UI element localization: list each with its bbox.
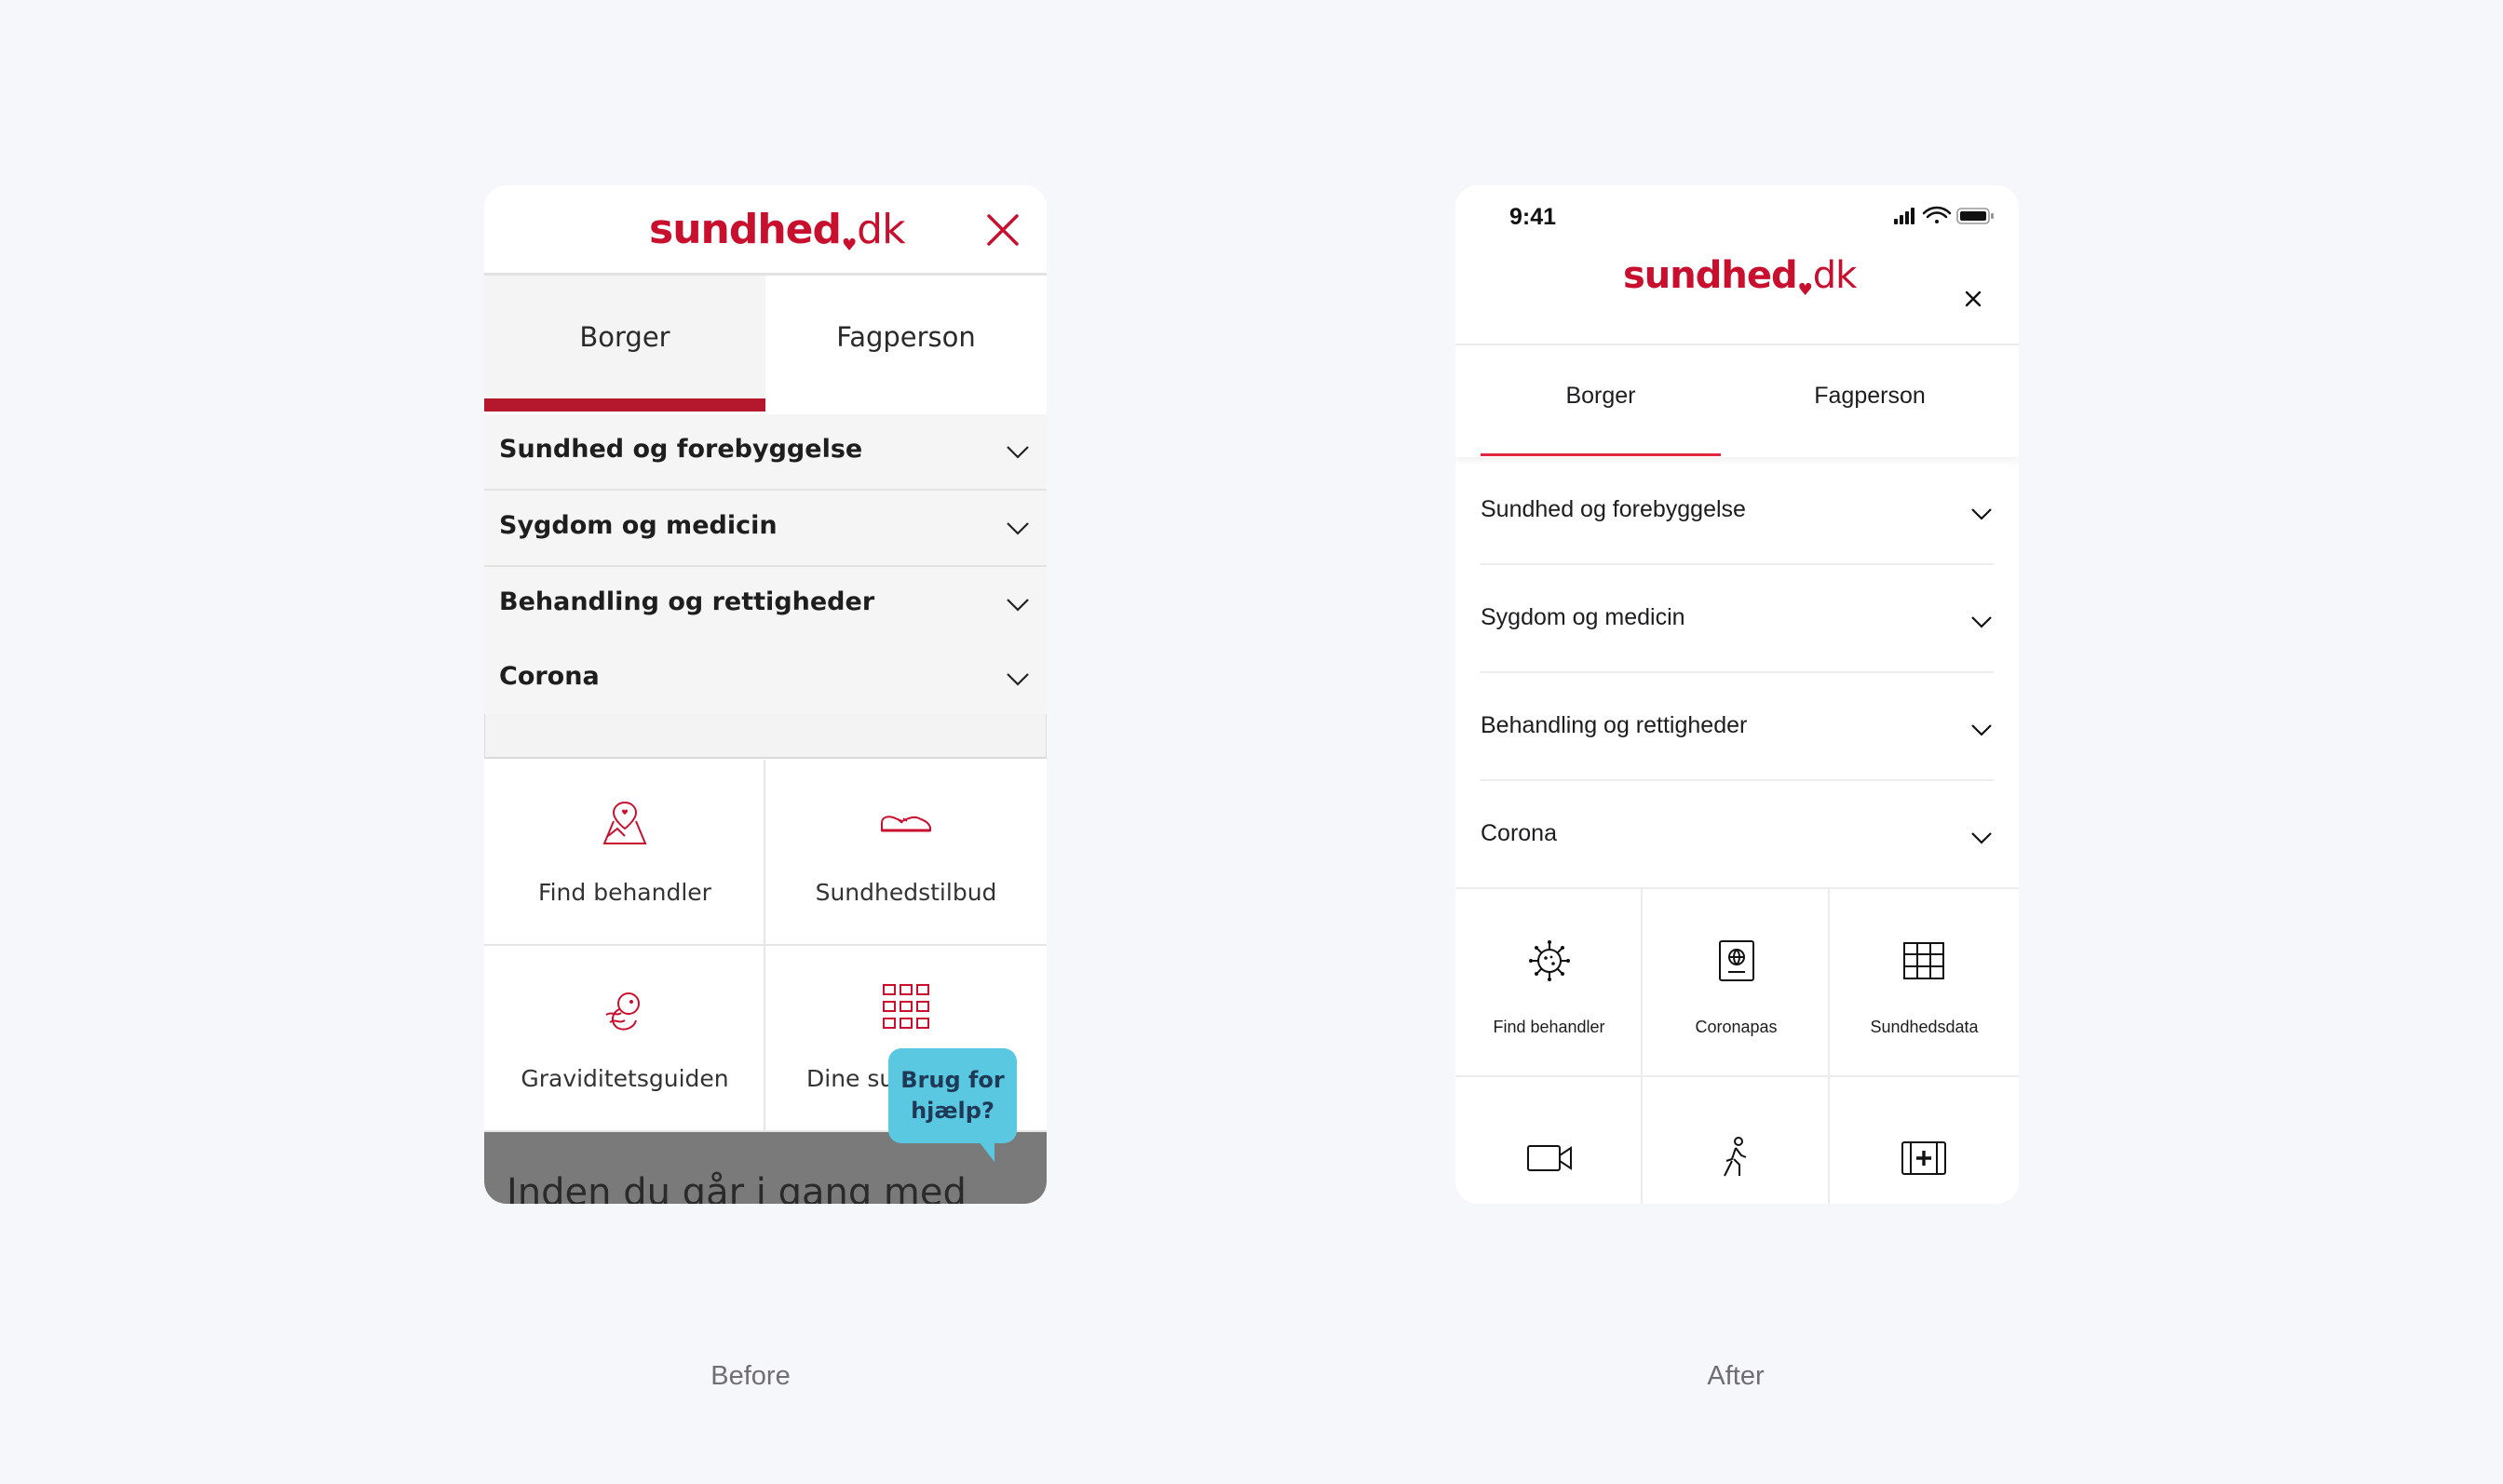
close-icon[interactable] (1964, 290, 1982, 308)
fetus-icon (605, 992, 640, 1031)
logo-main-text: sundhed (649, 206, 842, 253)
map-pin-icon (602, 801, 647, 844)
before-phone-screen: sundhed♥dk Borger Fagperson Sundhed og f… (484, 185, 1047, 1204)
logo-tld-text: dk (1812, 254, 1858, 297)
accordion-item-sygdom[interactable]: Sygdom og medicin (1481, 565, 1994, 673)
chevron-down-icon (1007, 522, 1029, 535)
accordion-label: Corona (1481, 820, 1557, 846)
tile-label: Sundhedstilbud (815, 879, 997, 906)
accordion-label: Behandling og rettigheder (499, 587, 875, 616)
accordion-label: Sundhed og forebyggelse (499, 435, 863, 464)
tab-label: Fagperson (1814, 383, 1926, 409)
signal-icon (1894, 208, 1914, 224)
help-label: Brug for hjælp? (900, 1067, 1005, 1124)
tile-label: Find behandler (1493, 1018, 1605, 1036)
chevron-down-icon (1007, 673, 1029, 686)
table-icon (1903, 942, 1944, 979)
status-icons (1894, 206, 1994, 224)
accordion-item-sundhed[interactable]: Sundhed og forebyggelse (1481, 457, 1994, 565)
passport-icon (1719, 940, 1754, 981)
virus-icon (1529, 940, 1570, 981)
accordion-label: Sygdom og medicin (1481, 604, 1685, 630)
tile-label: Sundhedsdata (1870, 1018, 1979, 1036)
walking-person-icon (1724, 1137, 1747, 1177)
medical-kit-icon (1901, 1141, 1946, 1175)
logo-tld-text: dk (857, 206, 905, 253)
chevron-down-icon (1971, 832, 1992, 844)
chevron-down-icon (1007, 599, 1029, 612)
help-chat-button[interactable]: Brug for hjælp? (888, 1048, 1017, 1143)
tab-borger[interactable]: Borger (484, 276, 765, 411)
video-camera-icon (1527, 1145, 1572, 1171)
chevron-down-icon (1007, 446, 1029, 459)
tile-find-behandler[interactable]: Find behandler (1455, 889, 1643, 1077)
active-tab-indicator (1481, 453, 1721, 456)
accordion-item-behandling[interactable]: Behandling og rettigheder (484, 567, 1047, 643)
chevron-down-icon (1971, 508, 1992, 520)
heart-icon: ♥ (1797, 280, 1813, 300)
accordion-item-corona[interactable]: Corona (484, 641, 1047, 718)
chevron-down-icon (1971, 724, 1992, 736)
audience-tabs: Borger Fagperson (1455, 345, 2019, 457)
tile-label: Find behandler (538, 879, 711, 906)
close-icon[interactable] (984, 211, 1021, 249)
grid-icon (883, 984, 929, 1029)
tab-fagperson[interactable]: Fagperson (765, 276, 1047, 411)
tile-sundhedsdata[interactable]: Sundhedsdata (1830, 889, 2019, 1077)
tile-sundhedstilbud[interactable]: Sundhedstilbud (765, 760, 1047, 946)
accordion-label: Corona (499, 662, 600, 691)
accordion-label: Behandling og rettigheder (1481, 712, 1748, 738)
tile-label: Coronapas (1695, 1018, 1778, 1036)
tile-find-behandler[interactable]: Find behandler (484, 760, 765, 946)
tile-activity[interactable] (1643, 1077, 1830, 1204)
battery-icon (1956, 208, 1994, 224)
header: sundhed♥dk (484, 185, 1047, 276)
before-caption: Before (710, 1361, 791, 1391)
accordion-label: Sygdom og medicin (499, 511, 778, 540)
tile-medical[interactable] (1830, 1077, 2019, 1204)
sundhed-logo[interactable]: sundhed♥dk (649, 206, 906, 255)
chevron-down-icon (1971, 616, 1992, 628)
header: sundhed♥dk (1455, 241, 2019, 345)
footer-text: Inden du går i gang med (507, 1171, 967, 1204)
heart-icon: ♥ (842, 236, 857, 255)
accordion-item-sundhed[interactable]: Sundhed og forebyggelse (484, 414, 1047, 491)
tile-coronapas[interactable]: Coronapas (1643, 889, 1830, 1077)
tab-label: Borger (1565, 383, 1636, 409)
status-time: 9:41 (1509, 204, 1557, 230)
accordion-item-corona[interactable]: Corona (1481, 781, 1994, 889)
audience-tabs: Borger Fagperson (484, 276, 1047, 411)
accordion-label: Sundhed og forebyggelse (1481, 496, 1746, 522)
accordion-item-behandling[interactable]: Behandling og rettigheder (1481, 673, 1994, 781)
help-bubble-tail (976, 1138, 994, 1162)
tab-label: Fagperson (836, 321, 976, 353)
after-phone-screen: 9:41 sundhed♥dk Borger Fagperson Sundhed… (1455, 185, 2019, 1204)
tab-fagperson[interactable]: Fagperson (1744, 383, 1996, 410)
shoe-icon (881, 816, 931, 832)
logo-main-text: sundhed (1623, 254, 1798, 297)
tile-video[interactable] (1455, 1077, 1643, 1204)
wifi-icon (1922, 206, 1952, 223)
divider-bar (484, 714, 1047, 759)
accordion-item-sygdom[interactable]: Sygdom og medicin (484, 491, 1047, 567)
status-bar: 9:41 (1455, 185, 2019, 241)
tab-borger[interactable]: Borger (1481, 383, 1721, 410)
after-caption: After (1707, 1361, 1765, 1391)
tile-graviditetsguiden[interactable]: Graviditetsguiden (484, 946, 765, 1132)
tab-label: Borger (579, 321, 670, 353)
tile-label: Graviditetsguiden (521, 1065, 729, 1092)
sundhed-logo[interactable]: sundhed♥dk (1623, 254, 1858, 300)
